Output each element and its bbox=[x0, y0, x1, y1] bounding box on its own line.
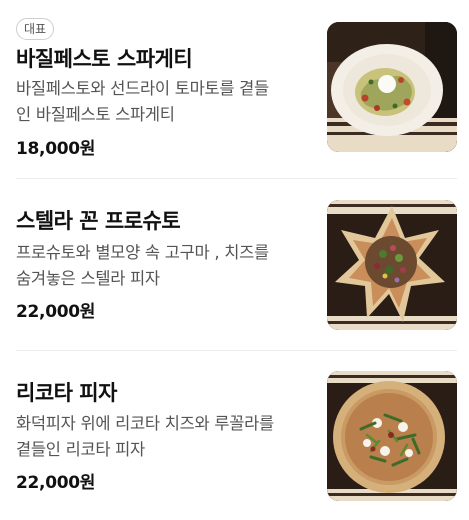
menu-item-photo[interactable] bbox=[327, 371, 457, 501]
menu-item-description: 프로슈토와 별모양 속 고구마 , 치즈를 숨겨놓은 스텔라 피자 bbox=[16, 243, 269, 288]
menu-item-description: 바질페스토와 선드라이 토마토를 곁들 인 바질페스토 스파게티 bbox=[16, 79, 269, 124]
menu-item-ricotta-pizza[interactable]: 리코타 피자 화덕피자 위에 리코타 치즈와 루꼴라를 곁들인 리코타 피자 2… bbox=[0, 351, 469, 520]
signature-badge: 대표 bbox=[16, 18, 55, 40]
menu-item-name: 스텔라 꼰 프로슈토 bbox=[16, 209, 181, 233]
menu-item-price: 22,000원 bbox=[16, 473, 96, 493]
menu-item-stella-pizza[interactable]: 스텔라 꼰 프로슈토 프로슈토와 별모양 속 고구마 , 치즈를 숨겨놓은 스텔… bbox=[0, 179, 469, 351]
menu-item-photo[interactable] bbox=[327, 22, 457, 152]
menu-item-price: 22,000원 bbox=[16, 302, 96, 322]
menu-item-price: 18,000원 bbox=[16, 139, 96, 159]
menu-item-name: 리코타 피자 bbox=[16, 381, 117, 405]
menu-item-name: 바질페스토 스파게티 bbox=[16, 47, 193, 71]
menu-list: 대표 바질페스토 스파게티 바질페스토와 선드라이 토마토를 곁들 인 바질페스… bbox=[0, 0, 469, 520]
menu-item-photo[interactable] bbox=[327, 200, 457, 330]
menu-item-basil-pesto-spaghetti[interactable]: 대표 바질페스토 스파게티 바질페스토와 선드라이 토마토를 곁들 인 바질페스… bbox=[0, 0, 469, 178]
menu-item-description: 화덕피자 위에 리코타 치즈와 루꼴라를 곁들인 리코타 피자 bbox=[16, 414, 274, 459]
